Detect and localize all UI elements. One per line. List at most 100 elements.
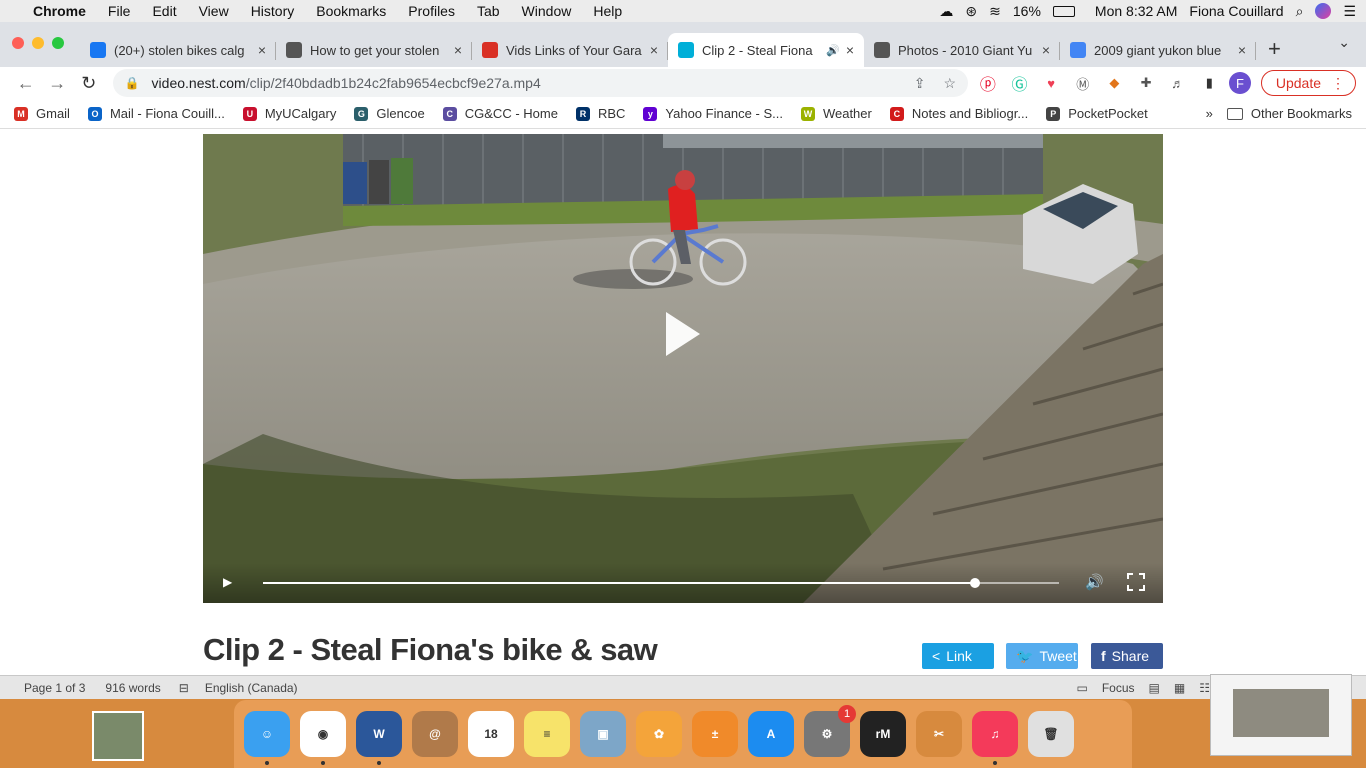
music-icon[interactable]: ♫ bbox=[972, 711, 1018, 765]
tweet-button[interactable]: 🐦 Tweet bbox=[1006, 643, 1078, 669]
bookmark-item[interactable]: C Notes and Bibliogr... bbox=[889, 106, 1028, 121]
play-button[interactable]: ▶ bbox=[223, 575, 232, 589]
app-menu[interactable]: Chrome bbox=[22, 3, 97, 19]
link-button[interactable]: < Link bbox=[922, 643, 994, 669]
page-count[interactable]: Page 1 of 3 bbox=[24, 681, 85, 695]
pinterest-extension-icon[interactable]: ⓟ bbox=[976, 71, 1000, 95]
focus-mode-icon[interactable]: ▭ bbox=[1076, 681, 1087, 695]
facebook-share-button[interactable]: f Share bbox=[1091, 643, 1163, 669]
menu-window[interactable]: Window bbox=[511, 3, 583, 19]
system-preferences-icon[interactable]: ⚙ 1 bbox=[804, 705, 856, 757]
bookmark-item[interactable]: M Gmail bbox=[14, 106, 70, 121]
bookmark-item[interactable]: W Weather bbox=[800, 106, 872, 121]
tab-audio-icon[interactable]: 🔊 bbox=[826, 44, 840, 57]
media-controls-icon[interactable]: ♬ bbox=[1166, 71, 1190, 95]
menu-tab[interactable]: Tab bbox=[466, 3, 511, 19]
trash-icon[interactable]: 🗑 bbox=[1028, 711, 1074, 757]
metamask-extension-icon[interactable]: ◆ bbox=[1103, 71, 1127, 95]
close-tab-icon[interactable]: × bbox=[650, 42, 658, 58]
extensions-puzzle-icon[interactable]: ✚ bbox=[1134, 71, 1158, 95]
address-bar[interactable]: 🔒 video.nest.com/clip/2f40bdadb1b24c2fab… bbox=[112, 69, 969, 97]
outline-view-icon[interactable]: ☷ bbox=[1199, 681, 1210, 695]
menubar-clock[interactable]: Mon 8:32 AM bbox=[1095, 3, 1178, 19]
other-bookmarks-folder[interactable]: Other Bookmarks bbox=[1226, 106, 1352, 121]
scissors-icon[interactable]: ✂ bbox=[916, 711, 962, 757]
menu-view[interactable]: View bbox=[188, 3, 240, 19]
bookmark-item[interactable]: R RBC bbox=[575, 106, 625, 121]
close-tab-icon[interactable]: × bbox=[1238, 42, 1246, 58]
notes-icon[interactable]: ≡ bbox=[524, 711, 570, 757]
update-button[interactable]: Update ⋮ bbox=[1260, 70, 1356, 96]
tab-search-chevron-icon[interactable]: ⌄ bbox=[1338, 34, 1350, 51]
control-center-icon[interactable]: ☰ bbox=[1343, 3, 1356, 20]
lock-icon[interactable]: 🔒 bbox=[125, 76, 140, 90]
back-arrow-icon[interactable]: ← bbox=[10, 73, 42, 94]
bookmark-item[interactable]: y Yahoo Finance - S... bbox=[643, 106, 783, 121]
word-count[interactable]: 916 words bbox=[105, 681, 160, 695]
tab-4[interactable]: Clip 2 - Steal Fiona 🔊 × bbox=[668, 33, 864, 67]
spotlight-search-icon[interactable]: ⌕ bbox=[1296, 3, 1304, 20]
menu-history[interactable]: History bbox=[240, 3, 306, 19]
calendar-icon[interactable]: 18 bbox=[468, 711, 514, 757]
battery-icon[interactable] bbox=[1052, 5, 1075, 17]
tab-1[interactable]: (20+) stolen bikes calg × bbox=[80, 33, 276, 67]
video-player[interactable]: ▶ 🔊 bbox=[203, 134, 1163, 603]
remarkable-icon[interactable]: rM bbox=[860, 711, 906, 757]
bookmarks-overflow-button[interactable]: » bbox=[1206, 106, 1213, 121]
close-tab-icon[interactable]: × bbox=[1042, 42, 1050, 58]
reload-icon[interactable]: ↻ bbox=[73, 73, 105, 94]
close-window-button[interactable] bbox=[12, 37, 24, 49]
profile-avatar[interactable]: F bbox=[1229, 72, 1251, 94]
pocket-extension-icon[interactable]: ♥ bbox=[1039, 71, 1063, 95]
mendeley-extension-icon[interactable]: Ⓜ bbox=[1071, 71, 1095, 95]
app-store-icon[interactable]: A bbox=[748, 711, 794, 757]
finder-icon[interactable]: ☺ bbox=[244, 711, 290, 765]
bookmark-item[interactable]: P PocketPocket bbox=[1046, 106, 1148, 121]
photos-icon[interactable]: ✿ bbox=[636, 711, 682, 757]
tab-2[interactable]: How to get your stolen × bbox=[276, 33, 472, 67]
bookmark-star-icon[interactable]: ☆ bbox=[943, 75, 956, 92]
contacts-icon[interactable]: @ bbox=[412, 711, 458, 757]
bookmark-item[interactable]: O Mail - Fiona Couill... bbox=[87, 106, 225, 121]
web-layout-icon[interactable]: ▦ bbox=[1174, 681, 1185, 695]
share-page-icon[interactable]: ⇪ bbox=[914, 75, 926, 92]
print-layout-icon[interactable]: ▤ bbox=[1149, 681, 1160, 695]
proofing-icon[interactable]: ⊟ bbox=[179, 681, 189, 695]
menu-file[interactable]: File bbox=[97, 3, 142, 19]
fullscreen-icon[interactable] bbox=[1127, 573, 1145, 591]
chrome-icon[interactable]: ◉ bbox=[300, 711, 346, 765]
bookmark-item[interactable]: C CG&CC - Home bbox=[442, 106, 558, 121]
grammarly-extension-icon[interactable]: Ⓖ bbox=[1008, 71, 1032, 95]
word-icon[interactable]: W bbox=[356, 711, 402, 765]
menu-help[interactable]: Help bbox=[582, 3, 633, 19]
seek-bar-thumb[interactable] bbox=[970, 578, 981, 588]
menu-edit[interactable]: Edit bbox=[141, 3, 187, 19]
menubar-user[interactable]: Fiona Couillard bbox=[1189, 3, 1283, 19]
wifi-icon[interactable]: ≋ bbox=[989, 3, 1001, 20]
desktop-bike-thumbnail[interactable] bbox=[92, 711, 144, 761]
volume-icon[interactable]: 🔊 bbox=[1085, 573, 1104, 591]
close-tab-icon[interactable]: × bbox=[258, 42, 266, 58]
minimize-window-button[interactable] bbox=[32, 37, 44, 49]
siri-icon[interactable] bbox=[1315, 3, 1332, 19]
creative-cloud-icon[interactable]: ⊛ bbox=[965, 3, 977, 20]
tab-5[interactable]: Photos - 2010 Giant Yu × bbox=[864, 33, 1060, 67]
close-tab-icon[interactable]: × bbox=[846, 42, 854, 58]
bookmark-item[interactable]: G Glencoe bbox=[354, 106, 425, 121]
calculator-icon[interactable]: ± bbox=[692, 711, 738, 757]
side-panel-icon[interactable]: ▮ bbox=[1198, 71, 1222, 95]
screenshot-preview-thumbnail[interactable] bbox=[1210, 674, 1352, 756]
seek-bar[interactable] bbox=[263, 578, 1059, 588]
preview-icon[interactable]: ▣ bbox=[580, 711, 626, 757]
more-menu-icon[interactable]: ⋮ bbox=[1331, 75, 1345, 92]
forward-arrow-icon[interactable]: → bbox=[42, 73, 74, 94]
zoom-window-button[interactable] bbox=[52, 37, 64, 49]
cloud-status-icon[interactable]: ☁ bbox=[939, 3, 953, 20]
menu-bookmarks[interactable]: Bookmarks bbox=[305, 3, 397, 19]
focus-mode-label[interactable]: Focus bbox=[1102, 681, 1135, 695]
language-indicator[interactable]: English (Canada) bbox=[205, 681, 298, 695]
tab-3[interactable]: Vids Links of Your Gara × bbox=[472, 33, 668, 67]
tab-6[interactable]: 2009 giant yukon blue × bbox=[1060, 33, 1256, 67]
new-tab-button[interactable]: + bbox=[1268, 36, 1281, 67]
bookmark-item[interactable]: U MyUCalgary bbox=[242, 106, 336, 121]
